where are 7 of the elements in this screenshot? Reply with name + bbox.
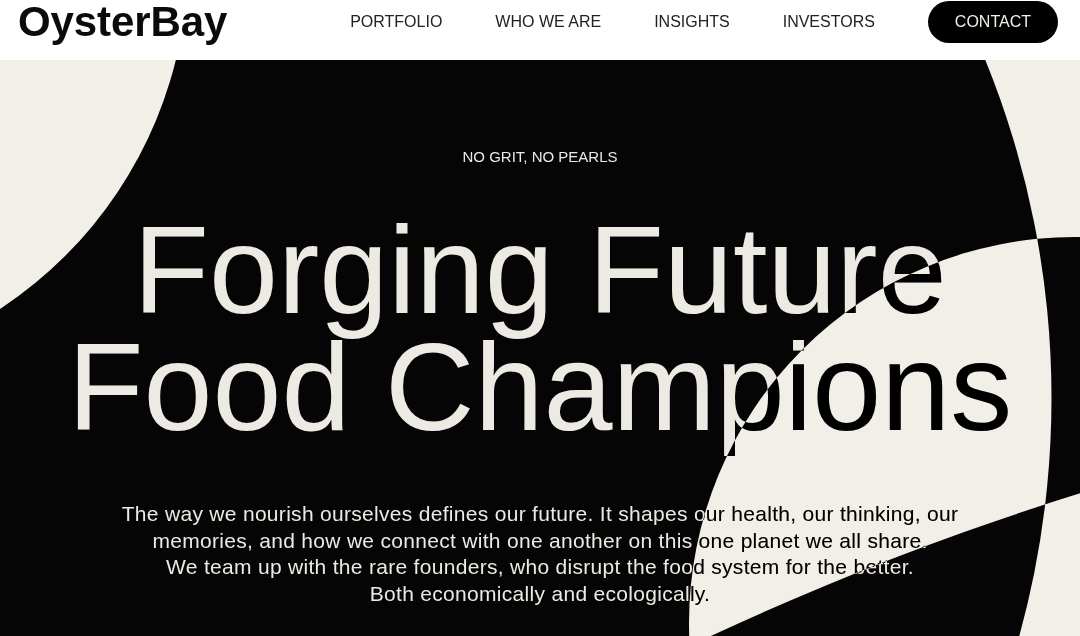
logo[interactable]: OysterBay [18, 0, 228, 44]
nav-link[interactable]: PORTFOLIO [350, 13, 443, 31]
nav-link[interactable]: INVESTORS [782, 13, 875, 31]
nav-link[interactable]: INSIGHTS [654, 13, 730, 31]
tagline: NO GRIT, NO PEARLS [462, 148, 618, 166]
contact-button[interactable]: CONTACT [927, 1, 1058, 43]
nav-link[interactable]: WHO WE ARE [495, 13, 602, 31]
